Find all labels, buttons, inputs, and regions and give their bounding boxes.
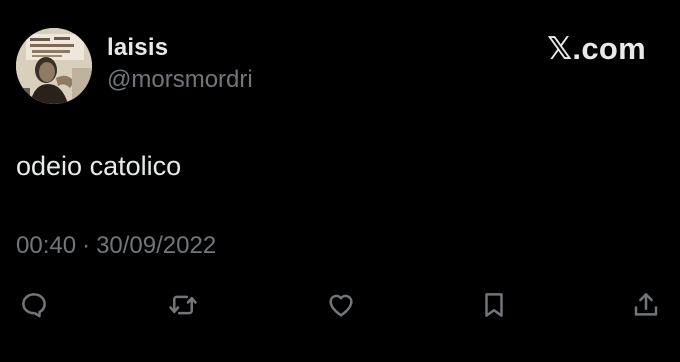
bookmark-button[interactable] bbox=[476, 287, 512, 323]
share-icon bbox=[634, 293, 658, 316]
tweet-card: laisis @morsmordri 𝕏.com odeio catolico … bbox=[0, 0, 680, 362]
brand-logo[interactable]: 𝕏.com bbox=[547, 32, 646, 66]
tweet-time[interactable]: 00:40 bbox=[16, 231, 76, 261]
avatar-photo bbox=[16, 28, 92, 104]
heart-icon bbox=[329, 294, 353, 317]
like-button[interactable] bbox=[323, 287, 359, 323]
action-bar bbox=[0, 287, 680, 323]
tweet-text: odeio catolico bbox=[16, 151, 182, 181]
user-names: laisis @morsmordri bbox=[107, 33, 253, 95]
display-name[interactable]: laisis bbox=[107, 33, 253, 63]
tweet-meta: 00:40 · 30/09/2022 bbox=[16, 231, 216, 261]
reply-button[interactable] bbox=[16, 287, 52, 323]
user-handle[interactable]: @morsmordri bbox=[107, 65, 253, 95]
reply-icon bbox=[22, 293, 46, 318]
share-button[interactable] bbox=[628, 287, 664, 323]
retweet-button[interactable] bbox=[165, 287, 201, 323]
brand-label: 𝕏.com bbox=[547, 31, 646, 66]
meta-separator: · bbox=[82, 232, 91, 259]
avatar[interactable] bbox=[16, 28, 92, 104]
tweet-date[interactable]: 30/09/2022 bbox=[96, 231, 216, 261]
bookmark-icon bbox=[485, 293, 503, 317]
retweet-icon bbox=[169, 295, 197, 315]
